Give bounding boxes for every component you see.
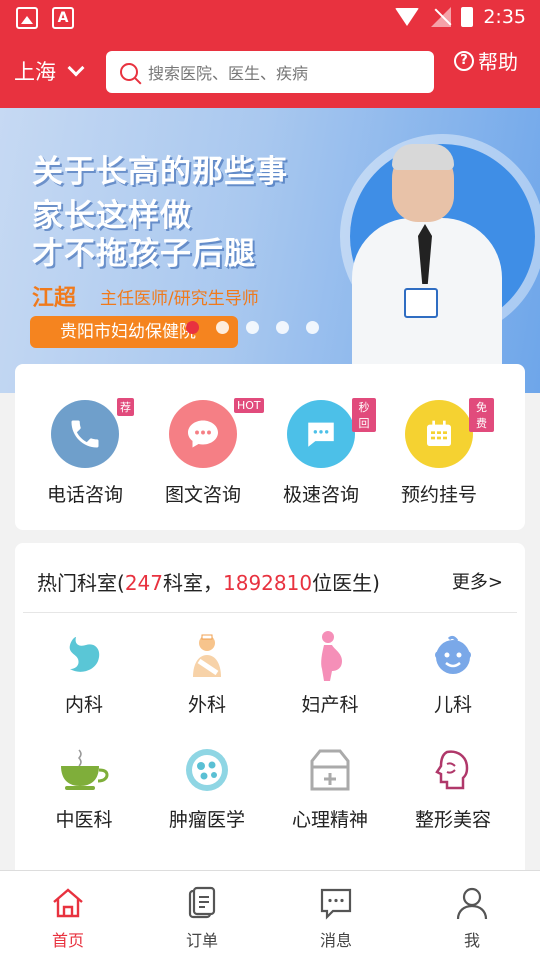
baby-face-icon [428,630,478,680]
department-psychiatry[interactable]: 心理精神 [270,745,390,832]
department-tcm[interactable]: 中医科 [24,745,144,832]
quick-actions-card: 荐 电话咨询 HOT 图文咨询 秒回 极速咨询 免费 预约挂号 [15,364,525,530]
instant-reply-badge: 秒回 [352,398,376,432]
banner-doctor-name: 江超 [32,286,77,311]
department-label: 外科 [187,694,226,716]
carousel-dot-active[interactable] [186,321,199,334]
tab-home[interactable]: 首页 [18,885,118,951]
status-bar: A 2:35 [0,0,540,36]
bottom-tab-bar: 首页 订单 消息 我 [0,870,540,960]
message-icon [287,400,355,468]
department-label: 内科 [64,694,103,716]
herbal-tea-icon [59,745,109,795]
department-oncology[interactable]: 肿瘤医学 [147,745,267,832]
department-cosmetic[interactable]: 整形美容 [393,745,513,832]
carousel-dot[interactable] [306,321,319,334]
cell-icon [182,745,232,795]
calendar-icon [405,400,473,468]
carousel-dot[interactable] [216,321,229,334]
medical-kit-icon [305,745,355,795]
department-label: 中医科 [55,809,113,831]
chat-bubble-icon [169,400,237,468]
help-label: 帮助 [478,50,518,74]
search-input[interactable]: 搜索医院、医生、疾病 [106,51,434,93]
doctor-count: 1892810 [223,571,313,595]
image-text-consult-button[interactable]: HOT 图文咨询 [148,398,264,507]
phone-icon [51,400,119,468]
city-selector[interactable]: 上海 [14,56,85,86]
department-count: 247 [124,571,163,595]
department-label: 心理精神 [291,809,368,831]
fast-consult-button[interactable]: 秒回 极速咨询 [266,398,376,507]
promo-banner[interactable]: 关于长高的那些事 家长这样做 才不拖孩子后腿 江超 主任医师/研究生导师 贵阳市… [0,108,540,393]
tab-orders[interactable]: 订单 [152,885,252,951]
doctor-photo [352,138,502,393]
tab-label: 订单 [185,931,218,950]
message-box-icon [318,885,354,921]
stomach-icon [59,630,109,680]
divider [23,612,517,613]
hot-departments-title: 热门科室(247科室，1892810位医生) [37,571,380,595]
department-label: 儿科 [433,694,472,716]
help-button[interactable]: ? 帮助 [454,46,518,75]
phone-consult-button[interactable]: 荐 电话咨询 [30,398,140,507]
home-icon [50,885,86,921]
chevron-down-icon [67,59,85,77]
order-list-icon [184,885,220,921]
tab-label: 消息 [319,931,352,950]
face-profile-icon [428,745,478,795]
department-internal-medicine[interactable]: 内科 [24,630,144,717]
tab-label: 首页 [51,931,84,950]
app-notification-icon: A [52,7,74,29]
department-label: 妇产科 [301,694,359,716]
question-icon: ? [454,50,474,71]
carousel-dot[interactable] [276,321,289,334]
tab-messages[interactable]: 消息 [286,885,386,951]
battery-icon [461,7,474,27]
hot-badge: HOT [234,398,264,413]
department-label: 整形美容 [414,809,491,831]
department-label: 肿瘤医学 [168,809,245,831]
phone-consult-label: 电话咨询 [46,484,123,506]
tab-me[interactable]: 我 [422,885,522,951]
appointment-button[interactable]: 免费 预约挂号 [384,398,494,507]
carousel-dot[interactable] [246,321,259,334]
search-icon [120,63,138,81]
department-pediatrics[interactable]: 儿科 [393,630,513,717]
banner-headline-1: 关于长高的那些事 [32,154,288,190]
pregnant-woman-icon [305,630,355,681]
search-placeholder: 搜索医院、医生、疾病 [148,64,309,83]
more-departments-link[interactable]: 更多> [452,568,503,594]
hot-departments-card: 热门科室(247科室，1892810位医生) 更多> 内科 外科 妇产科 儿科 … [15,543,525,883]
gallery-notification-icon [16,7,38,29]
appointment-label: 预约挂号 [400,484,477,506]
city-label: 上海 [14,60,56,84]
recommend-badge: 荐 [117,398,134,416]
department-surgery[interactable]: 外科 [147,630,267,717]
app-header: 上海 搜索医院、医生、疾病 ? 帮助 [0,36,540,108]
no-signal-icon [429,7,452,27]
wifi-icon [395,8,420,26]
tab-label: 我 [463,931,480,950]
bandaged-person-icon [182,630,232,680]
department-obstetrics[interactable]: 妇产科 [270,630,390,717]
status-time: 2:35 [483,6,526,28]
banner-doctor-title: 主任医师/研究生导师 [100,289,259,309]
free-badge: 免费 [469,398,494,432]
image-text-consult-label: 图文咨询 [164,484,241,506]
carousel-indicator [186,321,319,334]
fast-consult-label: 极速咨询 [282,484,359,506]
person-icon [454,885,490,921]
banner-headline-3: 才不拖孩子后腿 [32,236,256,272]
